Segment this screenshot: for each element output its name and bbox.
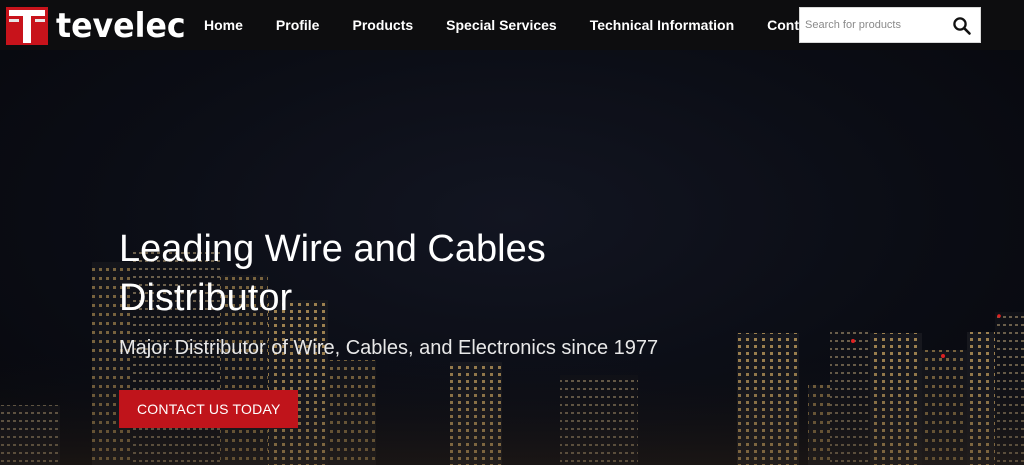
tevelec-t-logo-icon [6,7,48,45]
nav-item-products[interactable]: Products [352,17,413,33]
nav-item-profile[interactable]: Profile [276,17,320,33]
nav-item-special-services[interactable]: Special Services [446,17,557,33]
search-input[interactable] [800,10,940,40]
hero-title: Leading Wire and Cables Distributor [119,228,546,319]
search-icon[interactable] [952,16,972,36]
nav-item-technical-information[interactable]: Technical Information [590,17,734,33]
nav-item-home[interactable]: Home [204,17,243,33]
hero-subtitle: Major Distributor of Wire, Cables, and E… [119,337,659,359]
site-header: tevelec Home Profile Products Special Se… [0,0,1024,50]
product-search [799,7,981,43]
hero-banner: Leading Wire and Cables Distributor Majo… [0,50,1024,465]
contact-us-today-button[interactable]: CONTACT US TODAY [119,390,299,428]
brand-name: tevelec [56,6,186,46]
brand-logo[interactable]: tevelec [6,6,195,46]
main-nav: Home Profile Products Special Services T… [193,0,863,50]
hero-content: Leading Wire and Cables Distributor Majo… [119,225,658,428]
